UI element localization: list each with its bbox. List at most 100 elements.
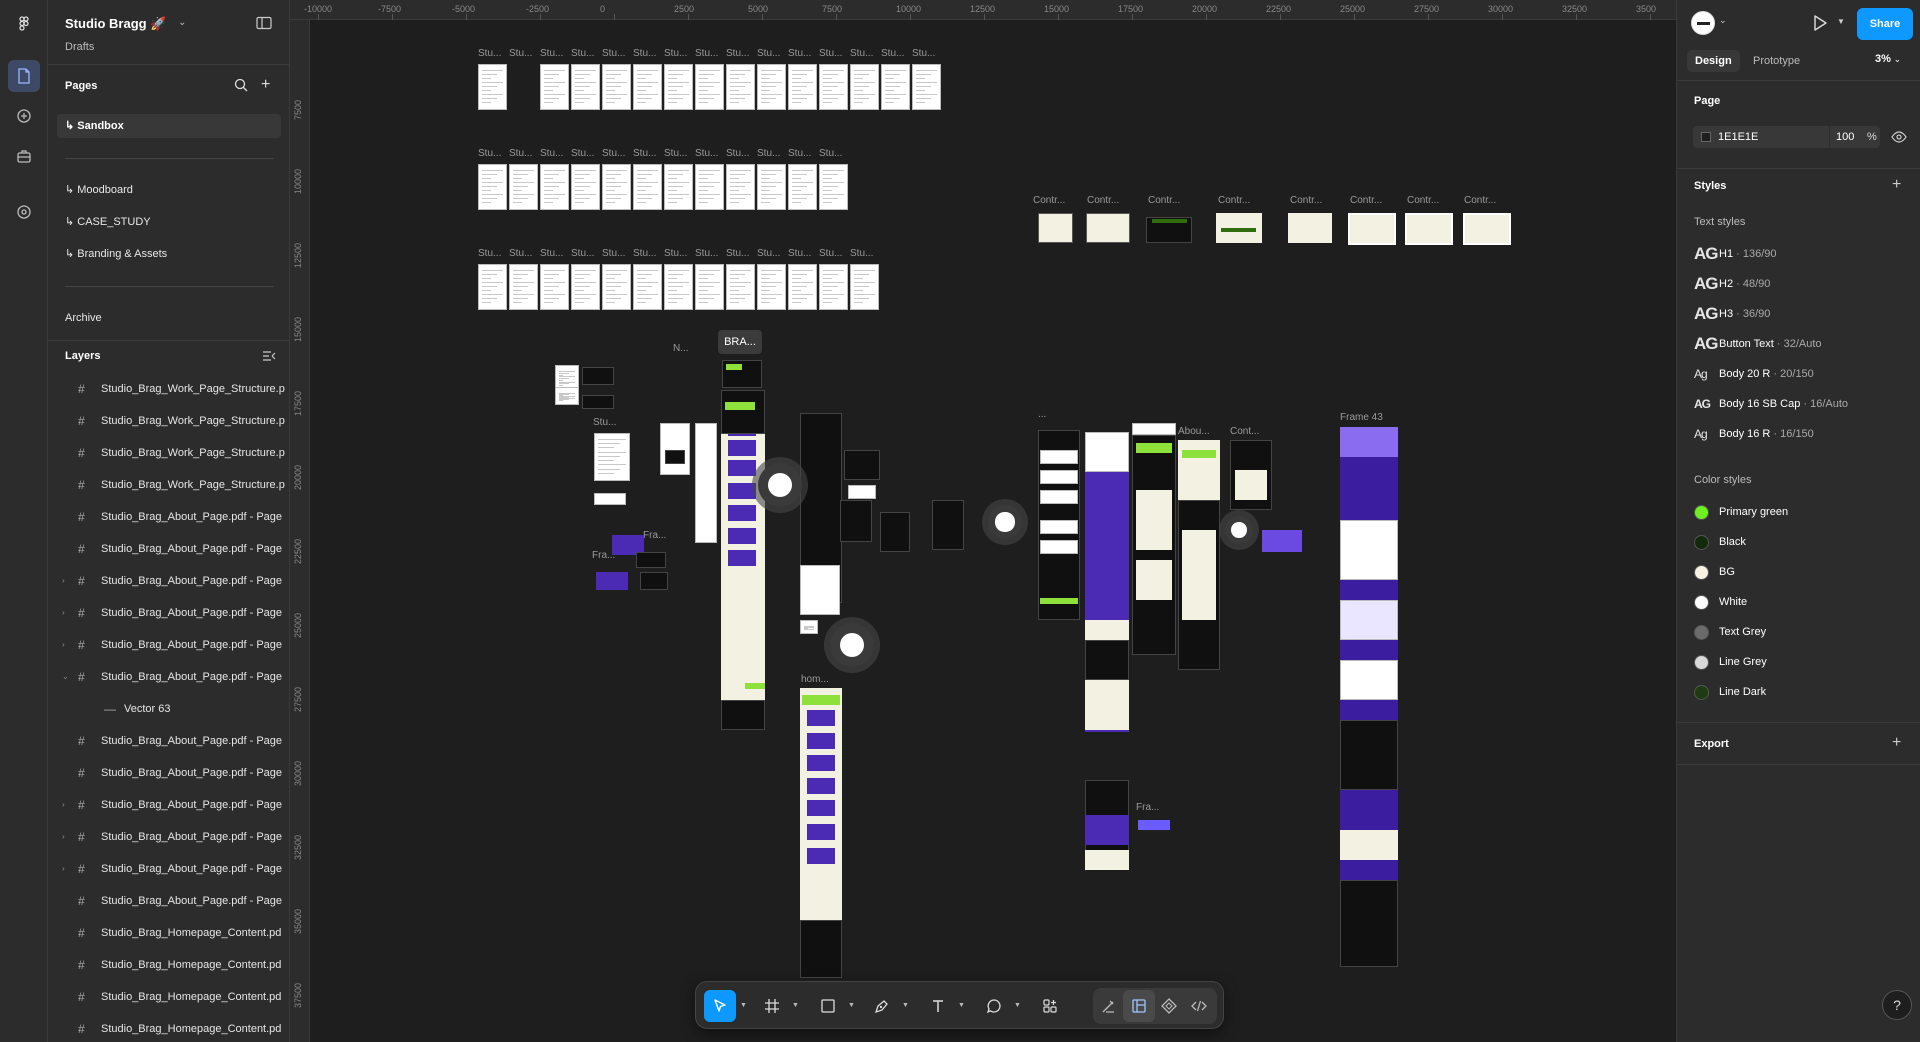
work-frame[interactable] bbox=[932, 500, 964, 550]
add-export-icon[interactable]: + bbox=[1892, 734, 1901, 752]
page-color-hex[interactable]: 1E1E1E bbox=[1718, 131, 1758, 143]
homepage-footer[interactable] bbox=[721, 700, 765, 730]
component-label[interactable]: N... bbox=[673, 343, 689, 354]
homepage-section[interactable] bbox=[728, 440, 756, 456]
layer-row[interactable]: › # Studio_Brag_About_Page.pdf - Page bbox=[48, 632, 290, 658]
about-card[interactable] bbox=[1136, 490, 1172, 550]
share-button[interactable]: Share bbox=[1857, 8, 1913, 40]
document-frame[interactable] bbox=[571, 164, 600, 210]
homepage-section[interactable] bbox=[728, 550, 756, 566]
document-frame[interactable] bbox=[819, 164, 848, 210]
page-item-moodboard[interactable]: ↳ Moodboard bbox=[57, 178, 281, 202]
about-frame[interactable] bbox=[1132, 423, 1176, 435]
layer-expand-caret[interactable]: › bbox=[62, 824, 65, 850]
frame-label[interactable]: Stu... bbox=[664, 48, 687, 59]
work-frame[interactable] bbox=[840, 500, 872, 542]
frame-label[interactable]: Stu... bbox=[478, 248, 501, 259]
document-frame[interactable] bbox=[664, 64, 693, 110]
chevron-down-icon[interactable]: ▼ bbox=[1837, 17, 1845, 26]
layer-expand-caret[interactable]: › bbox=[62, 600, 65, 626]
frame-label[interactable]: Fra... bbox=[643, 530, 666, 541]
document-frame[interactable] bbox=[540, 64, 569, 110]
work-frame[interactable] bbox=[880, 512, 910, 552]
document-frame[interactable] bbox=[881, 64, 910, 110]
document-frame[interactable] bbox=[850, 64, 879, 110]
layer-row[interactable]: › # Studio_Brag_About_Page.pdf - Page bbox=[48, 856, 290, 882]
homepage-section[interactable] bbox=[728, 460, 756, 476]
file-location[interactable]: Drafts bbox=[65, 41, 94, 53]
avatar[interactable] bbox=[1691, 11, 1715, 35]
document-frame[interactable] bbox=[757, 164, 786, 210]
frame-label[interactable]: Contr... bbox=[1087, 195, 1119, 206]
document-frame[interactable] bbox=[850, 264, 879, 310]
frame-label[interactable]: Stu... bbox=[819, 48, 842, 59]
dev-mode-button[interactable] bbox=[1183, 990, 1215, 1022]
frame-label[interactable]: Stu... bbox=[819, 248, 842, 259]
layer-row[interactable]: # Studio_Brag_Work_Page_Structure.p bbox=[48, 376, 290, 402]
document-frame[interactable] bbox=[602, 264, 631, 310]
document-frame[interactable] bbox=[555, 387, 579, 405]
frame-label[interactable]: Stu... bbox=[509, 248, 532, 259]
frame-label[interactable]: Stu... bbox=[478, 48, 501, 59]
homepage-headline[interactable] bbox=[802, 695, 840, 705]
homepage-header[interactable] bbox=[721, 390, 765, 434]
chevron-down-icon[interactable]: ▼ bbox=[792, 1002, 799, 1009]
homepage-section[interactable] bbox=[807, 800, 835, 816]
about-card[interactable] bbox=[1040, 490, 1078, 504]
document-frame[interactable] bbox=[633, 64, 662, 110]
layer-expand-caret[interactable]: › bbox=[62, 856, 65, 882]
sidebar-toggle-icon[interactable] bbox=[256, 16, 272, 35]
layer-row[interactable]: # Studio_Brag_Homepage_Content.pd bbox=[48, 952, 290, 978]
about-headline[interactable] bbox=[1182, 450, 1216, 458]
text-tool-button[interactable] bbox=[922, 990, 954, 1022]
frame-label[interactable]: Stu... bbox=[788, 48, 811, 59]
frame-label[interactable]: Contr... bbox=[1148, 195, 1180, 206]
layer-row[interactable]: # Studio_Brag_About_Page.pdf - Page bbox=[48, 536, 290, 562]
frame-label[interactable]: Stu... bbox=[695, 48, 718, 59]
contract-frame[interactable] bbox=[1463, 213, 1511, 245]
frame-label[interactable]: Stu... bbox=[757, 148, 780, 159]
homepage-section[interactable] bbox=[807, 824, 835, 840]
layer-expand-caret[interactable]: ⌄ bbox=[62, 664, 69, 690]
canvas-frame[interactable] bbox=[665, 450, 685, 464]
document-frame[interactable] bbox=[633, 264, 662, 310]
frame-label[interactable]: Stu... bbox=[850, 48, 873, 59]
chevron-down-icon[interactable]: ▼ bbox=[740, 1002, 747, 1009]
file-pages-button[interactable] bbox=[8, 60, 40, 92]
document-frame[interactable] bbox=[664, 264, 693, 310]
case-study-card[interactable] bbox=[1085, 640, 1129, 680]
homepage-section[interactable] bbox=[807, 710, 835, 726]
frame-43-hero[interactable] bbox=[1340, 427, 1398, 457]
frame-label[interactable]: Stu... bbox=[540, 248, 563, 259]
frame-label[interactable]: Stu... bbox=[726, 148, 749, 159]
frame-label[interactable]: Stu... bbox=[788, 248, 811, 259]
frame-43-card[interactable] bbox=[1340, 720, 1398, 790]
collaborator-cursor[interactable] bbox=[988, 505, 1022, 539]
frame-label[interactable]: Stu... bbox=[881, 48, 904, 59]
frame-label[interactable]: Stu... bbox=[633, 248, 656, 259]
frame-label[interactable]: Stu... bbox=[509, 48, 532, 59]
about-band[interactable] bbox=[1040, 598, 1078, 604]
frame-label[interactable]: Stu... bbox=[757, 248, 780, 259]
collaborator-cursor[interactable] bbox=[1225, 516, 1253, 544]
frame-43-card[interactable] bbox=[1340, 520, 1398, 580]
document-frame[interactable] bbox=[788, 264, 817, 310]
layer-expand-caret[interactable]: › bbox=[62, 568, 65, 594]
contract-band[interactable] bbox=[1152, 219, 1187, 223]
frame-label[interactable]: Stu... bbox=[819, 148, 842, 159]
canvas[interactable]: Stu... Stu... Stu... Stu... Stu... Stu... Stu.… bbox=[310, 20, 1676, 1042]
contract-frame[interactable] bbox=[1405, 213, 1453, 245]
document-frame[interactable] bbox=[788, 64, 817, 110]
page-item-case-study[interactable]: ↳ CASE_STUDY bbox=[57, 210, 281, 234]
frame-43-card[interactable] bbox=[1340, 600, 1398, 640]
frame-label[interactable]: Stu... bbox=[788, 148, 811, 159]
homepage-section[interactable] bbox=[728, 505, 756, 521]
frame-label[interactable]: Stu... bbox=[757, 48, 780, 59]
layer-row[interactable]: # Studio_Brag_Homepage_Content.pd bbox=[48, 920, 290, 946]
contract-frame[interactable] bbox=[1086, 213, 1130, 243]
about-card[interactable] bbox=[1136, 560, 1172, 600]
document-frame[interactable] bbox=[540, 164, 569, 210]
layer-row[interactable]: # Studio_Brag_Work_Page_Structure.p bbox=[48, 472, 290, 498]
document-frame[interactable] bbox=[695, 164, 724, 210]
frame-label[interactable]: Stu... bbox=[602, 248, 625, 259]
